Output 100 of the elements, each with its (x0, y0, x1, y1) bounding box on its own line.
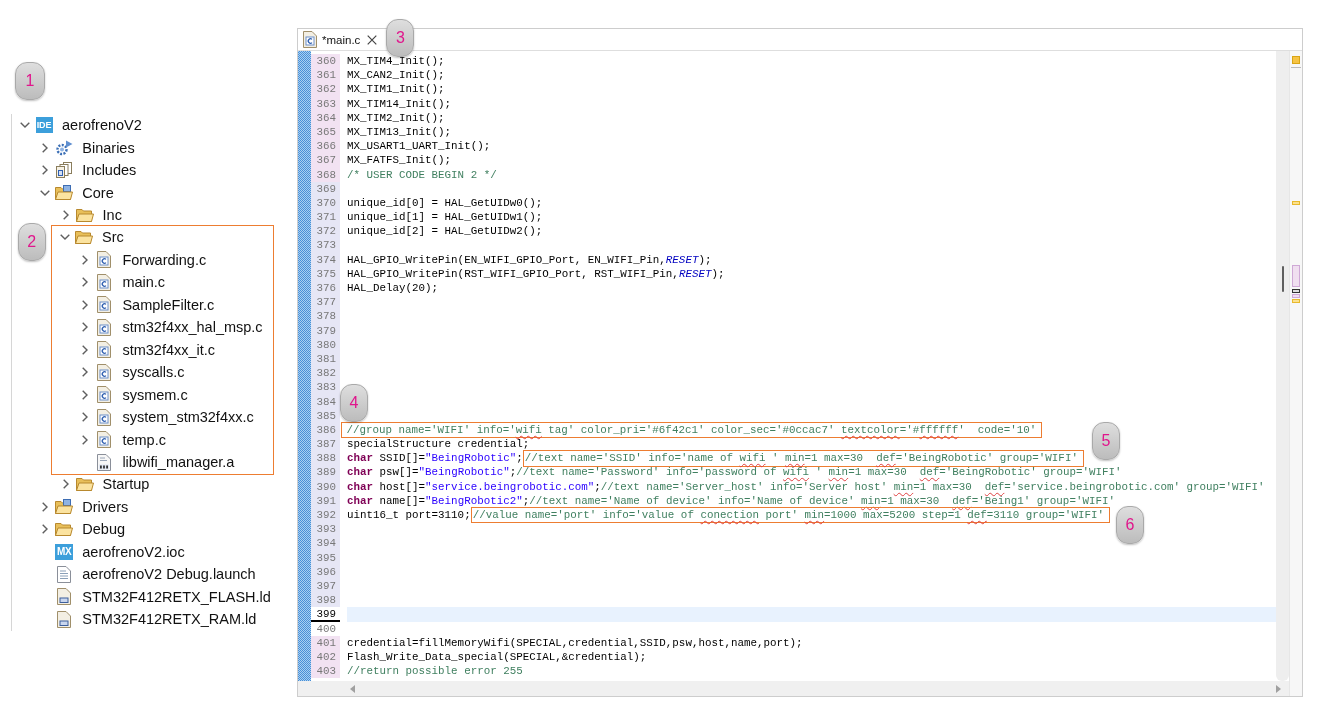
c-file-icon (97, 251, 112, 269)
folder-name[interactable]: Binaries (82, 138, 135, 157)
code-line: char SSID[]="BeingRobotic"; (347, 451, 523, 466)
scrollbar-thumb[interactable] (1281, 266, 1284, 292)
file-name[interactable]: system_stm32f4xx.c (122, 408, 254, 427)
c-file-icon (97, 363, 112, 381)
file-name[interactable]: aerofrenoV2.ioc (82, 542, 185, 561)
annotation-frame: //text name='SSID' info='name of wifi ' min=1 max=30 def='BeingRobotic' group='WIFI' (522, 450, 1084, 467)
file-name[interactable]: sysmem.c (122, 385, 188, 404)
file-name[interactable]: aerofrenoV2 Debug.launch (82, 565, 256, 584)
chevron-down-icon[interactable] (60, 234, 71, 241)
code-line: specialStructure credential; (347, 437, 530, 452)
file-name[interactable]: syscalls.c (122, 363, 185, 382)
folder-name[interactable]: Startup (102, 475, 150, 494)
document-icon (57, 588, 72, 606)
c-file-icon (97, 341, 112, 359)
code-line: char host[]="service.beingrobotic.com";//text name='Server_host' info='Server host' min=1 max=30 def='service.beingrobotic.com' group='WIFI' (347, 479, 1265, 494)
line-number: 403 (311, 664, 340, 679)
chevron-right-icon[interactable] (82, 277, 89, 288)
code-line: char psw[]="BeingRobotic";//text name='Password' info='password of wifi ' min=1 max=30 def='BeingRobotic' group='WIFI' (347, 465, 1122, 480)
source-folder-icon (55, 185, 74, 201)
file-name[interactable]: STM32F412RETX_FLASH.ld (82, 587, 271, 606)
c-file-icon (97, 386, 112, 404)
folder-name[interactable]: Core (82, 183, 114, 202)
line-number: 398 (311, 593, 340, 608)
chevron-right-icon[interactable] (82, 299, 89, 310)
c-file-icon (97, 318, 112, 336)
chevron-right-icon[interactable] (82, 344, 89, 355)
file-name[interactable]: STM32F412RETX_RAM.ld (82, 610, 257, 629)
number-callout: 4 (340, 383, 368, 422)
c-file-icon (97, 273, 112, 291)
project-name[interactable]: aerofrenoV2 (62, 116, 142, 135)
file-name[interactable]: main.c (122, 273, 166, 292)
folder-name[interactable]: Drivers (82, 497, 129, 516)
file-name[interactable]: temp.c (122, 430, 166, 449)
chevron-right-icon[interactable] (42, 524, 49, 535)
chevron-right-icon[interactable] (82, 367, 89, 378)
line-number: 399 (311, 607, 340, 622)
stacked-pages-icon (55, 162, 74, 179)
line-number: 376 (311, 281, 340, 296)
code-line: MX_USART1_UART_Init(); (347, 139, 491, 154)
line-number: 371 (311, 210, 340, 225)
folder-name[interactable]: Debug (82, 520, 126, 539)
annotation-frame: //value name='port' info='value of conection port' min=1000 max=5200 step=1 def=3110 group='WIFI' (470, 506, 1110, 524)
chevron-down-icon[interactable] (40, 189, 51, 196)
ioc-file-badge: MX (55, 543, 74, 560)
chevron-right-icon[interactable] (42, 165, 49, 176)
code-line: MX_TIM1_Init(); (347, 82, 445, 97)
file-name[interactable]: stm32f4xx_it.c (122, 340, 216, 359)
line-number: 366 (311, 139, 340, 154)
c-file-icon (97, 408, 112, 426)
folder-name[interactable]: Includes (82, 161, 137, 180)
chevron-right-icon[interactable] (82, 254, 89, 265)
chevron-right-icon[interactable] (82, 322, 89, 333)
code-line: MX_TIM13_Init(); (347, 124, 452, 140)
chevron-right-icon[interactable] (82, 434, 89, 445)
file-name[interactable]: SampleFilter.c (122, 295, 215, 314)
line-number: 389 (311, 465, 340, 480)
line-number: 362 (311, 82, 340, 97)
chevron-right-icon[interactable] (62, 479, 69, 490)
vertical-scrollbar[interactable] (1276, 51, 1289, 681)
c-file-icon (97, 296, 112, 314)
chevron-right-icon[interactable] (42, 142, 49, 153)
chevron-right-icon[interactable] (82, 389, 89, 400)
chevron-right-icon[interactable] (82, 412, 89, 423)
code-line: uint16_t port=3110; (347, 508, 471, 523)
annotation-frame: //group name='WIFI' info='wifi tag' color_pri='#6f42c1' color_sec='#0ccac7' textcolor='#ffffff' code='10' (341, 421, 1043, 439)
line-number: 372 (311, 224, 340, 239)
line-number: 392 (311, 508, 340, 523)
file-name[interactable]: Forwarding.c (122, 250, 207, 269)
folder-icon (55, 522, 74, 537)
line-number: 394 (311, 536, 340, 551)
code-line: unique_id[0] = HAL_GetUIDw0(); (347, 195, 543, 211)
code-line: MX_TIM14_Init(); (347, 96, 452, 111)
code-line: credential=fillMemoryWifi(SPECIAL,credential,SSID,psw,host,name,port); (347, 635, 803, 650)
file-name[interactable]: libwifi_manager.a (122, 453, 235, 472)
line-number: 367 (311, 153, 340, 168)
gear-icon (55, 139, 74, 156)
file-name[interactable]: stm32f4xx_hal_msp.c (122, 318, 263, 337)
line-number: 373 (311, 238, 340, 253)
lined-document-icon (57, 565, 72, 583)
chevron-right-icon[interactable] (42, 501, 49, 512)
code-line: HAL_GPIO_WritePin(RST_WIFI_GPIO_Port, RST_WIFI_Pin,RESET); (347, 266, 725, 281)
code-line: Flash_Write_Data_special(SPECIAL,&credential); (347, 649, 647, 665)
line-number: 378 (311, 309, 340, 324)
number-callout: 2 (17, 223, 46, 261)
binary-file-icon (97, 453, 112, 471)
line-number: 382 (311, 366, 340, 381)
folder-name[interactable]: Inc (102, 206, 122, 225)
chevron-right-icon[interactable] (62, 210, 69, 221)
folder-icon (75, 208, 94, 223)
folder-name[interactable]: Src (102, 228, 124, 247)
folder-icon (75, 230, 94, 245)
line-number: 377 (311, 295, 340, 310)
line-number: 388 (311, 451, 340, 466)
code-line: HAL_GPIO_WritePin(EN_WIFI_GPIO_Port, EN_WIFI_Pin,RESET); (347, 252, 712, 267)
close-icon[interactable] (367, 34, 378, 45)
number-callout: 1 (15, 62, 45, 100)
code-line: unique_id[2] = HAL_GetUIDw2(); (347, 224, 543, 239)
chevron-down-icon[interactable] (20, 122, 30, 129)
